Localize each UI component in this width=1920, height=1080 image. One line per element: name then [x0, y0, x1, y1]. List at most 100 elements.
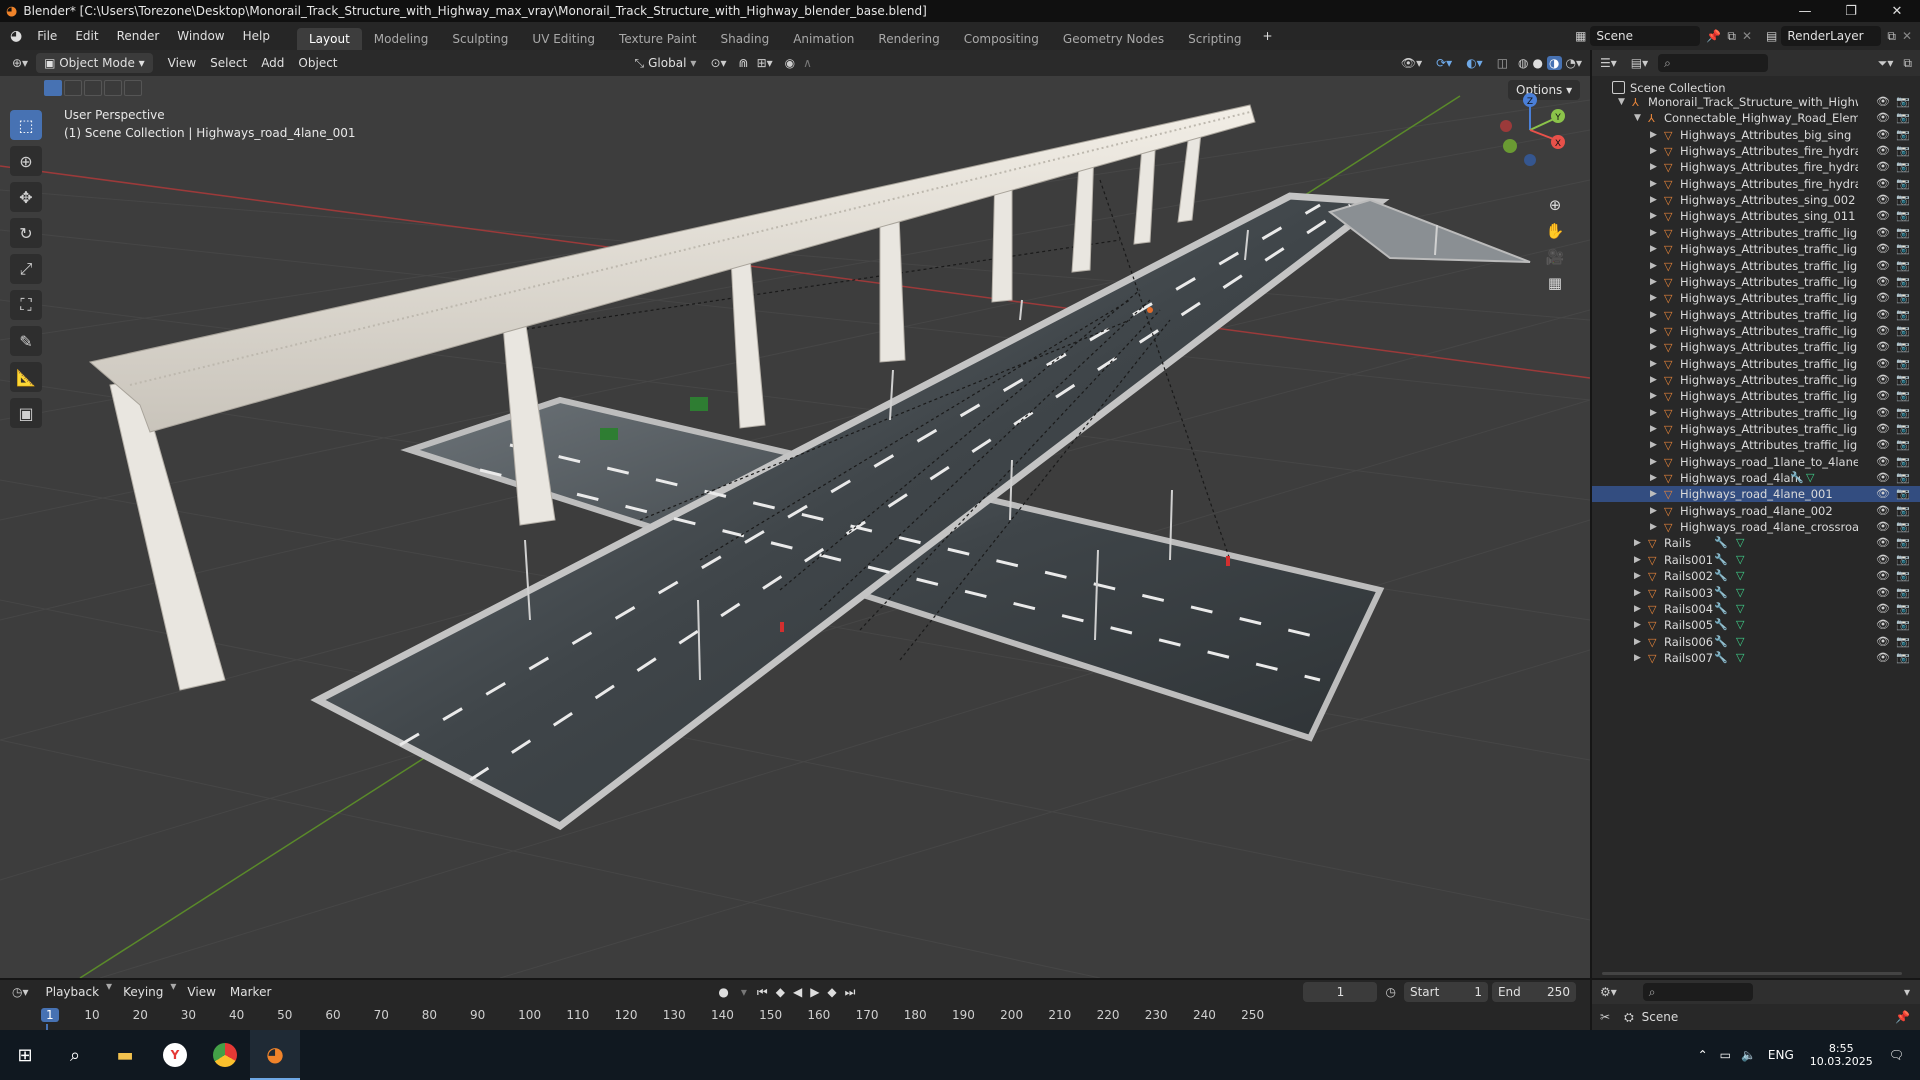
render-camera-icon[interactable]: 📷: [1896, 339, 1910, 355]
visibility-eye-icon[interactable]: 👁: [1876, 437, 1890, 453]
render-camera-icon[interactable]: 📷: [1896, 290, 1910, 306]
mesh-data-icon[interactable]: ▽: [1736, 601, 1744, 617]
3d-viewport[interactable]: User Perspective (1) Scene Collection | …: [0, 76, 1590, 978]
expand-closed-icon[interactable]: ▶: [1650, 225, 1657, 241]
highway-ramp-mesh[interactable]: [1327, 198, 1531, 263]
timeline-menu-playback[interactable]: Playback: [39, 979, 107, 1005]
modifier-wrench-icon[interactable]: 🔧: [1714, 535, 1728, 551]
solid-shading-icon[interactable]: ●: [1533, 56, 1543, 70]
visibility-eye-icon[interactable]: 👁: [1876, 274, 1890, 290]
outliner-row[interactable]: ▶ ▽ Highways_Attributes_traffic_ligl 👁 📷: [1592, 388, 1920, 404]
outliner-row[interactable]: ▶ ▽ Highways_Attributes_traffic_ligl 👁 📷: [1592, 241, 1920, 257]
scene-render[interactable]: [0, 76, 1590, 978]
expand-closed-icon[interactable]: ▶: [1650, 421, 1657, 437]
scale-tool[interactable]: ⤢: [10, 254, 42, 284]
mesh-data-icon[interactable]: ▽: [1806, 470, 1814, 486]
pan-hand-icon[interactable]: ✋: [1542, 218, 1568, 244]
outliner-row[interactable]: ▶ ▽ Rails006 🔧 ▽ 👁 📷: [1592, 634, 1920, 650]
tab-uv-editing[interactable]: UV Editing: [520, 28, 607, 50]
render-camera-icon[interactable]: 📷: [1896, 601, 1910, 617]
current-frame-field[interactable]: 1: [1303, 982, 1378, 1002]
render-camera-icon[interactable]: 📷: [1896, 225, 1910, 241]
visibility-eye-icon[interactable]: 👁: [1876, 421, 1890, 437]
expand-closed-icon[interactable]: ▶: [1634, 650, 1641, 666]
chevron-down-icon[interactable]: ▾: [170, 979, 176, 1005]
outliner-row[interactable]: ▶ ▽ Highways_road_4lane 🔧 ▽ 👁 📷: [1592, 470, 1920, 486]
modifier-wrench-icon[interactable]: 🔧: [1714, 568, 1728, 584]
expand-closed-icon[interactable]: ▶: [1650, 323, 1657, 339]
expand-open-icon[interactable]: ▼: [1634, 110, 1641, 126]
outliner-row[interactable]: ▶ ▽ Highways_Attributes_sing_002 👁 📷: [1592, 192, 1920, 208]
visibility-eye-icon[interactable]: 👁: [1876, 258, 1890, 274]
expand-closed-icon[interactable]: ▶: [1634, 585, 1641, 601]
expand-closed-icon[interactable]: ▶: [1650, 208, 1657, 224]
play-icon[interactable]: ▶: [810, 985, 819, 999]
visibility-eye-icon[interactable]: 👁: [1876, 372, 1890, 388]
expand-closed-icon[interactable]: ▶: [1650, 258, 1657, 274]
outliner-row[interactable]: ▶ ▽ Highways_Attributes_traffic_ligl 👁 📷: [1592, 356, 1920, 372]
visibility-eye-icon[interactable]: 👁: [1876, 241, 1890, 257]
move-tool[interactable]: ✥: [10, 182, 42, 212]
annotate-tool[interactable]: ✎: [10, 326, 42, 356]
outliner-row[interactable]: ▶ ▽ Rails003 🔧 ▽ 👁 📷: [1592, 585, 1920, 601]
expand-closed-icon[interactable]: ▶: [1650, 339, 1657, 355]
timeline-menu-keying[interactable]: Keying: [116, 979, 170, 1005]
select-invert-icon[interactable]: [104, 80, 122, 96]
render-camera-icon[interactable]: 📷: [1896, 405, 1910, 421]
outliner-row[interactable]: ▶ ▽ Highways_Attributes_traffic_ligl 👁 📷: [1592, 372, 1920, 388]
tab-rendering[interactable]: Rendering: [866, 28, 951, 50]
render-camera-icon[interactable]: 📷: [1896, 585, 1910, 601]
scene-selector-icon[interactable]: ▦: [1575, 29, 1586, 43]
outliner-row[interactable]: ▶ ▽ Highways_Attributes_fire_hydra 👁 📷: [1592, 143, 1920, 159]
render-camera-icon[interactable]: 📷: [1896, 127, 1910, 143]
render-camera-icon[interactable]: 📷: [1896, 110, 1910, 126]
outliner-row[interactable]: ▶ ▽ Highways_road_1lane_to_4lane 👁 📷: [1592, 454, 1920, 470]
expand-closed-icon[interactable]: ▶: [1650, 486, 1657, 502]
properties-editor-icon[interactable]: ⚙▾: [1600, 985, 1617, 999]
pivot-icon[interactable]: ⊙▾: [710, 56, 726, 70]
render-camera-icon[interactable]: 📷: [1896, 208, 1910, 224]
render-camera-icon[interactable]: 📷: [1896, 159, 1910, 175]
volume-icon[interactable]: 🔈: [1741, 1048, 1756, 1062]
mesh-data-icon[interactable]: ▽: [1736, 650, 1744, 666]
expand-closed-icon[interactable]: ▶: [1634, 535, 1641, 551]
visibility-eye-icon[interactable]: 👁: [1876, 519, 1890, 535]
expand-closed-icon[interactable]: ▶: [1650, 176, 1657, 192]
visibility-eye-icon[interactable]: 👁: [1876, 159, 1890, 175]
mesh-data-icon[interactable]: ▽: [1736, 617, 1744, 633]
visibility-eye-icon[interactable]: 👁: [1876, 405, 1890, 421]
snap-target-icon[interactable]: ⊞▾: [757, 56, 773, 70]
render-camera-icon[interactable]: 📷: [1896, 274, 1910, 290]
visibility-eye-icon[interactable]: 👁: [1876, 307, 1890, 323]
expand-closed-icon[interactable]: ▶: [1634, 601, 1641, 617]
maximize-button[interactable]: ❐: [1828, 0, 1874, 22]
render-camera-icon[interactable]: 📷: [1896, 486, 1910, 502]
tray-chevron-icon[interactable]: ⌃: [1698, 1048, 1708, 1062]
notifications-icon[interactable]: 🗨: [1889, 1048, 1904, 1062]
neg-x-handle[interactable]: [1500, 120, 1512, 132]
editor-type-icon[interactable]: ⊕▾: [12, 56, 28, 70]
render-camera-icon[interactable]: 📷: [1896, 552, 1910, 568]
chrome-button[interactable]: [200, 1030, 250, 1080]
select-intersect-icon[interactable]: [124, 80, 142, 96]
outliner-row[interactable]: ▶ ▽ Highways_Attributes_traffic_ligl 👁 📷: [1592, 274, 1920, 290]
expand-closed-icon[interactable]: ▶: [1634, 552, 1641, 568]
render-camera-icon[interactable]: 📷: [1896, 258, 1910, 274]
expand-closed-icon[interactable]: ▶: [1634, 634, 1641, 650]
visibility-eye-icon[interactable]: 👁: [1876, 356, 1890, 372]
visibility-eye-icon[interactable]: 👁: [1876, 192, 1890, 208]
expand-closed-icon[interactable]: ▶: [1650, 405, 1657, 421]
properties-search-field[interactable]: ⌕: [1642, 983, 1753, 1001]
outliner-row[interactable]: ▶ ▽ Highways_Attributes_traffic_ligl 👁 📷: [1592, 323, 1920, 339]
tab-shading[interactable]: Shading: [708, 28, 781, 50]
menu-window[interactable]: Window: [168, 22, 233, 50]
visibility-eye-icon[interactable]: 👁: [1876, 535, 1890, 551]
mesh-data-icon[interactable]: ▽: [1736, 634, 1744, 650]
outliner-row[interactable]: ▶ ▽ Highways_Attributes_traffic_ligl 👁 📷: [1592, 258, 1920, 274]
tab-texture-paint[interactable]: Texture Paint: [607, 28, 708, 50]
select-extend-icon[interactable]: [64, 80, 82, 96]
new-collection-icon[interactable]: ⧉: [1903, 56, 1912, 71]
expand-open-icon[interactable]: ▼: [1618, 94, 1625, 110]
menu-help[interactable]: Help: [234, 22, 279, 50]
render-camera-icon[interactable]: 📷: [1896, 421, 1910, 437]
